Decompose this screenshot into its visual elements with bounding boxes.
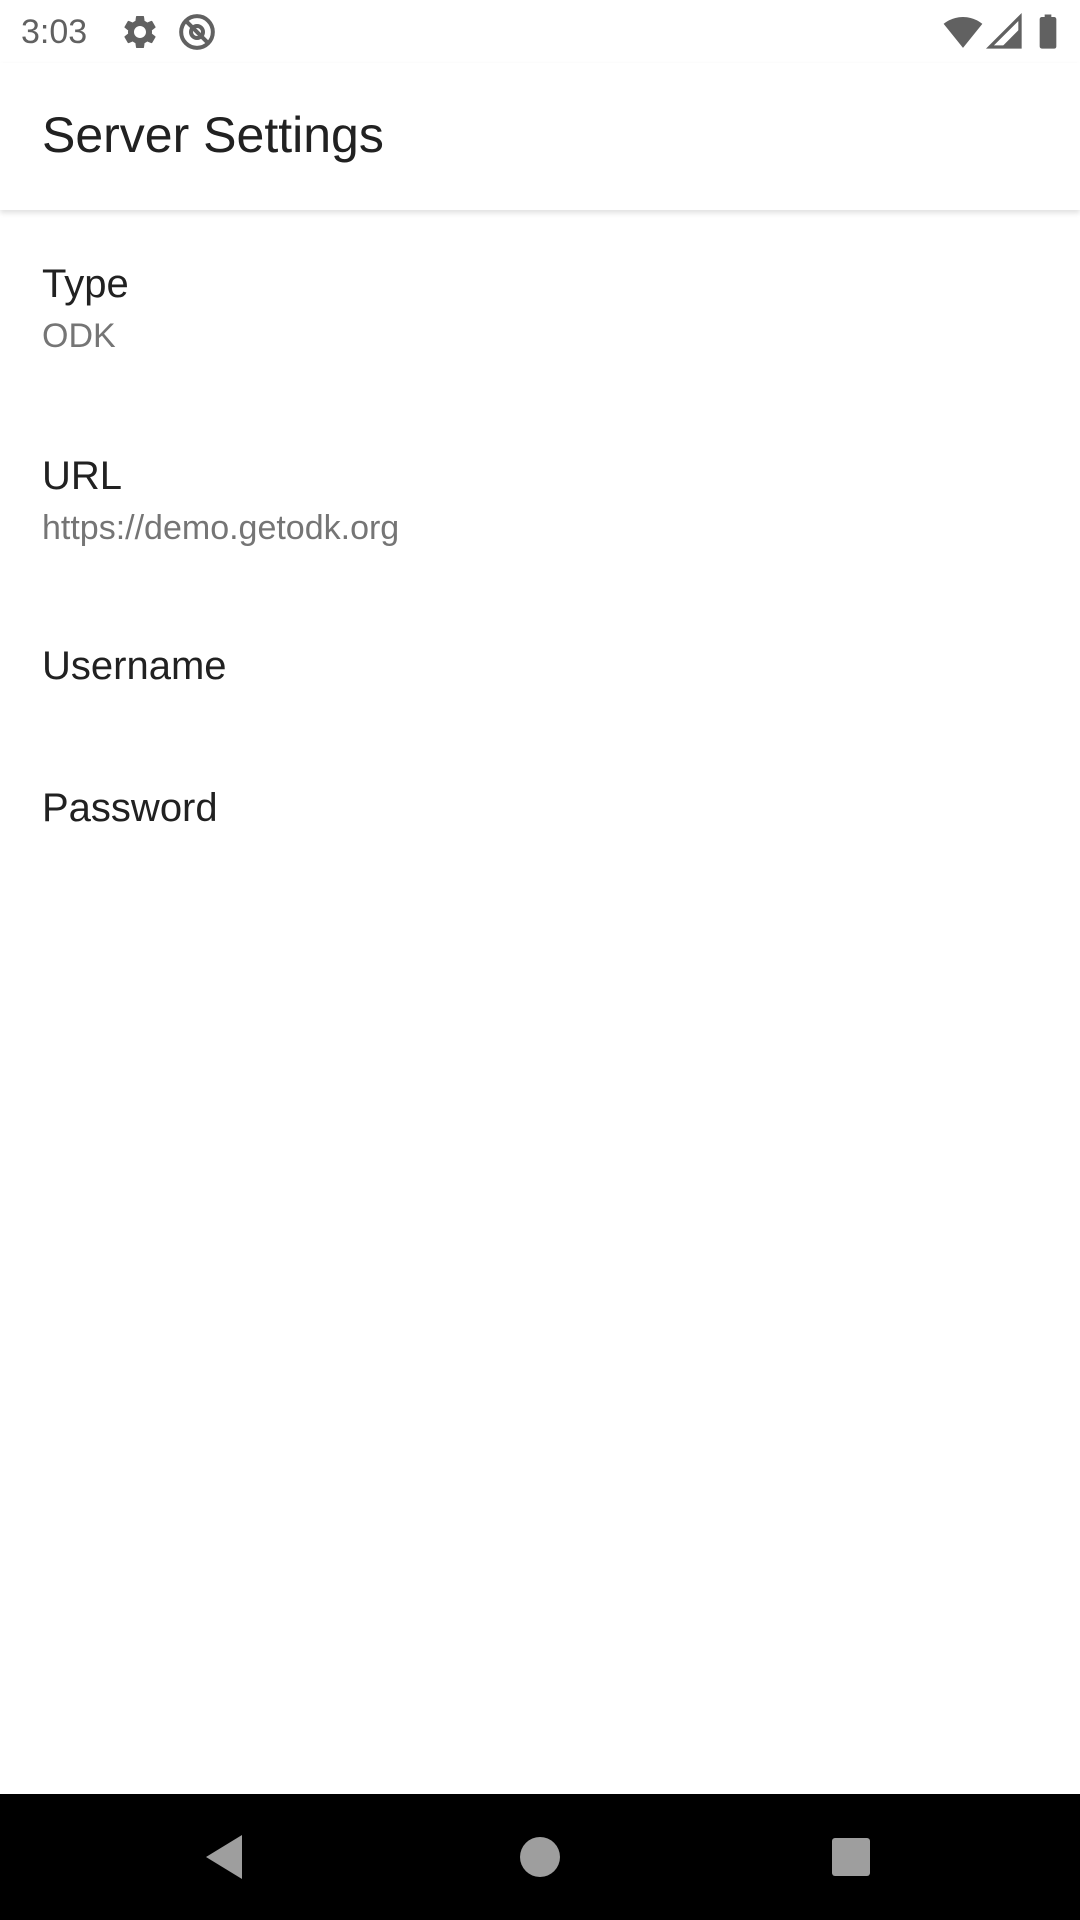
status-bar: 3:03: [0, 0, 1080, 63]
preference-title: Password: [42, 786, 218, 830]
home-icon[interactable]: [510, 1827, 570, 1887]
gear-icon: [124, 15, 156, 48]
battery-icon: [1039, 14, 1057, 49]
preference-title: Type: [42, 262, 129, 306]
recents-icon[interactable]: [821, 1827, 881, 1887]
page-title: Server Settings: [42, 107, 384, 163]
preference-url[interactable]: URL https://demo.getodk.org: [0, 400, 1080, 594]
preference-password[interactable]: Password: [0, 736, 1080, 878]
at-sign-icon: [179, 14, 215, 50]
back-icon[interactable]: [196, 1827, 256, 1887]
preference-summary: ODK: [42, 317, 116, 355]
nav-bar: [0, 1794, 1080, 1920]
preference-type[interactable]: Type ODK: [0, 210, 1080, 400]
app-bar: Server Settings: [0, 63, 1080, 210]
wifi-icon: [943, 17, 983, 48]
preference-summary: https://demo.getodk.org: [42, 509, 400, 547]
status-time: 3:03: [21, 13, 88, 51]
preference-username[interactable]: Username: [0, 594, 1080, 736]
signal-icon: [985, 12, 1022, 49]
preference-title: Username: [42, 644, 227, 688]
preference-title: URL: [42, 454, 123, 498]
